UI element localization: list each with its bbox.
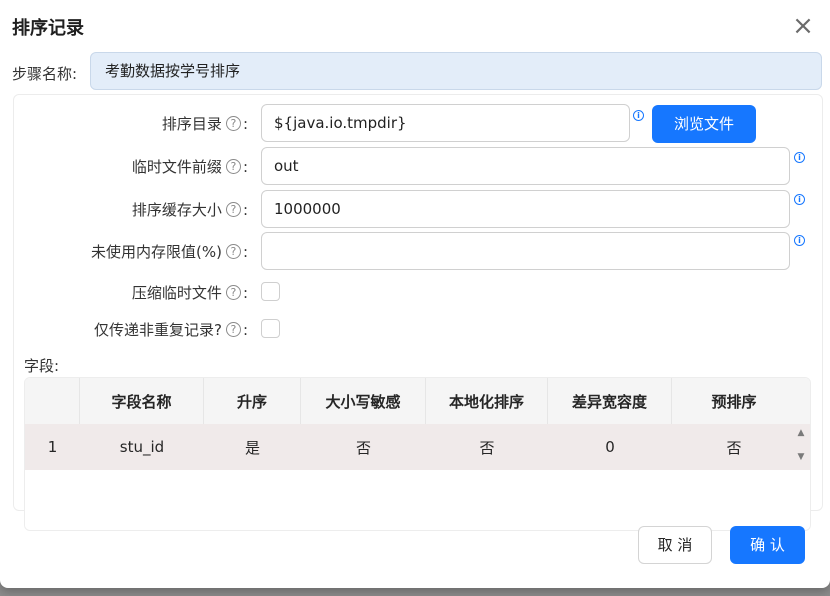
table-empty-area: [25, 470, 810, 530]
temp-prefix-label: 临时文件前缀 ? :: [131, 157, 248, 177]
table-cell[interactable]: 否: [301, 424, 426, 470]
unique-only-checkbox[interactable]: [261, 319, 280, 338]
table-cell: 1: [47, 438, 58, 456]
table-cell[interactable]: 0: [548, 424, 672, 470]
question-circle-icon: ?: [225, 202, 241, 217]
cache-size-input[interactable]: 1000000: [261, 190, 790, 228]
temp-prefix-input[interactable]: out: [261, 147, 790, 185]
memory-limit-label: 未使用内存限值(%) ? :: [90, 242, 248, 262]
question-circle-icon: ?: [225, 116, 241, 131]
column-header: 升序: [204, 378, 301, 424]
fields-table: 字段名称 升序 大小写敏感 本地化排序 差异宽容度 预排序 1 stu_id 是…: [24, 377, 811, 531]
column-header: 字段名称: [80, 378, 204, 424]
unique-only-label: 仅传递非重复记录? ? :: [93, 320, 248, 340]
sort-directory-input[interactable]: ${java.io.tmpdir}: [261, 104, 630, 142]
column-header: [25, 378, 80, 424]
info-circle-icon: i: [794, 194, 805, 205]
table-header: 字段名称 升序 大小写敏感 本地化排序 差异宽容度 预排序: [25, 378, 810, 424]
sort-records-dialog: 排序记录 × 步骤名称: 考勤数据按学号排序 排序目录 ? : ${java.i…: [0, 0, 830, 588]
table-cell[interactable]: 否: [672, 424, 796, 470]
question-circle-icon: ?: [225, 322, 241, 337]
dialog-title: 排序记录: [12, 18, 84, 39]
scroll-down-icon[interactable]: ▼: [796, 452, 806, 462]
question-circle-icon: ?: [225, 244, 241, 259]
confirm-button[interactable]: 确 认: [730, 526, 805, 564]
table-cell[interactable]: stu_id: [80, 424, 204, 470]
settings-panel: 排序目录 ? : ${java.io.tmpdir} i 浏览文件 临时文件前缀…: [13, 94, 823, 531]
cache-size-label: 排序缓存大小 ? :: [131, 200, 248, 220]
compress-temp-checkbox[interactable]: [261, 282, 280, 301]
step-name-label: 步骤名称:: [12, 65, 78, 83]
scroll-up-icon[interactable]: ▲: [796, 428, 806, 438]
question-circle-icon: ?: [225, 285, 241, 300]
cancel-button[interactable]: 取 消: [638, 526, 712, 564]
step-name-input[interactable]: 考勤数据按学号排序: [90, 52, 822, 90]
close-icon[interactable]: ×: [790, 13, 816, 40]
info-circle-icon: i: [633, 110, 644, 121]
fields-title: 字段:: [24, 357, 60, 375]
info-circle-icon: i: [794, 235, 805, 246]
column-header: 本地化排序: [426, 378, 548, 424]
info-circle-icon: i: [794, 152, 805, 163]
table-cell[interactable]: 否: [426, 424, 548, 470]
table-cell[interactable]: 是: [204, 424, 301, 470]
column-header: 预排序: [711, 392, 757, 411]
compress-temp-label: 压缩临时文件 ? :: [131, 283, 248, 303]
column-header: 差异宽容度: [548, 378, 672, 424]
browse-file-button[interactable]: 浏览文件: [652, 105, 756, 143]
table-row[interactable]: 1 stu_id 是 否 否 0 否: [25, 424, 810, 470]
memory-limit-input[interactable]: [261, 232, 790, 270]
question-circle-icon: ?: [225, 159, 241, 174]
sort-directory-label: 排序目录 ? :: [161, 114, 248, 134]
column-header: 大小写敏感: [301, 378, 426, 424]
